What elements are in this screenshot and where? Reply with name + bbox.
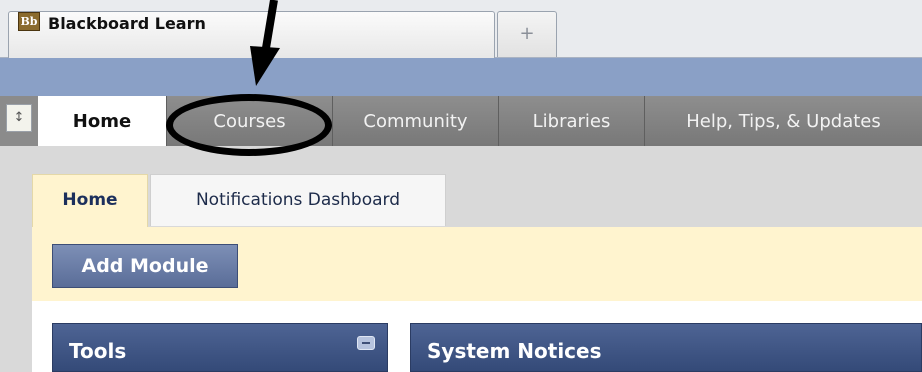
tab-community[interactable]: Community xyxy=(332,96,498,146)
arrow-icon xyxy=(250,0,280,86)
subtab-notifications-dashboard[interactable]: Notifications Dashboard xyxy=(150,174,446,226)
add-module-button[interactable]: Add Module xyxy=(52,244,238,288)
collapse-icon[interactable]: ↕ xyxy=(6,104,32,132)
tab-libraries[interactable]: Libraries xyxy=(498,96,644,146)
header-band xyxy=(0,58,922,96)
new-tab-button[interactable]: + xyxy=(497,11,557,57)
tab-help-tips-updates[interactable]: Help, Tips, & Updates xyxy=(644,96,922,146)
minimize-icon[interactable] xyxy=(357,336,375,350)
circle-annotation xyxy=(166,94,332,156)
module-system-notices-header[interactable]: System Notices xyxy=(410,323,922,372)
blackboard-logo-icon: Bb xyxy=(18,12,40,31)
module-tools-header[interactable]: Tools xyxy=(52,323,388,372)
tab-home[interactable]: Home xyxy=(38,96,166,146)
subtab-home[interactable]: Home xyxy=(32,174,148,228)
